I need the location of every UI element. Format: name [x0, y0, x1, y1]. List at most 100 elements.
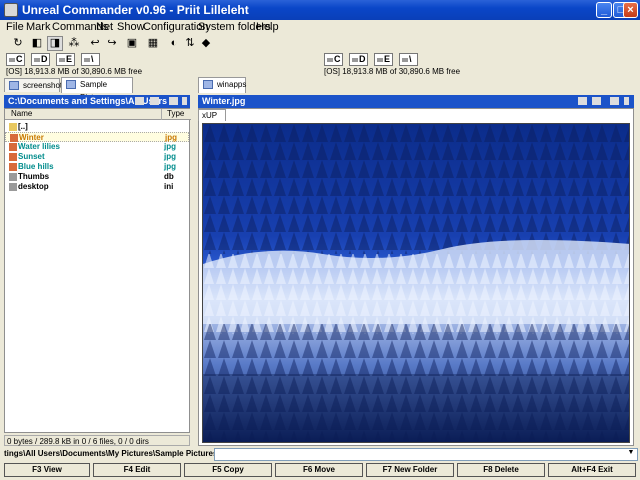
drive-icon [327, 57, 333, 62]
alt-f4-exit-button[interactable]: Alt+F4 Exit [548, 463, 636, 477]
menu-show[interactable]: Show [117, 21, 145, 33]
drive-icon [59, 57, 65, 62]
ini-file-icon [9, 183, 17, 191]
file-row[interactable]: Winter jpg [5, 132, 189, 142]
drive-d-button[interactable]: D [31, 53, 50, 66]
file-type: ini [164, 182, 174, 191]
menu-icon[interactable] [624, 97, 629, 105]
drive-e-button[interactable]: E [56, 53, 75, 66]
drive-icon [352, 57, 358, 62]
file-type: jpg [164, 152, 176, 161]
file-list-header: Name Type [5, 109, 191, 120]
drive-icon [9, 57, 15, 62]
image-file-icon [10, 134, 18, 142]
menu-help[interactable]: Help [256, 21, 279, 33]
title-bar: Unreal Commander v0.96 - Priit Lilleleht… [0, 0, 640, 20]
drive-root-button[interactable]: \ [399, 53, 418, 66]
hotlist-icon[interactable] [592, 97, 601, 105]
menu-bar: File Mark Commands Net Show Configuratio… [0, 20, 640, 35]
drive-e-button[interactable]: E [374, 53, 393, 66]
image-preview [202, 123, 630, 443]
full-view-icon[interactable]: ◨ [47, 36, 63, 51]
drive-icon [84, 57, 90, 62]
file-row[interactable]: Thumbs db [5, 172, 189, 182]
file-name: Water lilies [18, 142, 60, 151]
compare-icon[interactable]: ◐ [166, 36, 182, 51]
menu-file[interactable]: File [6, 21, 24, 33]
image-file-icon [9, 143, 17, 151]
window-title: Unreal Commander v0.96 - Priit Lilleleht [22, 3, 249, 17]
right-path: Winter.jpg [202, 96, 246, 106]
f8-delete-button[interactable]: F8 Delete [457, 463, 545, 477]
up-folder-icon [9, 123, 17, 131]
left-status: 0 bytes / 289.8 kB in 0 / 6 files, 0 / 0… [4, 435, 190, 446]
folder-icon [66, 80, 76, 89]
close-button[interactable]: × [623, 2, 638, 18]
drive-icon [377, 57, 383, 62]
left-drive-bar: C D E \ [4, 53, 194, 67]
image-file-icon [9, 153, 17, 161]
file-row[interactable]: [..] [5, 122, 189, 132]
command-line: tings\All Users\Documents\My Pictures\Sa… [0, 448, 640, 462]
folder-icon [203, 80, 213, 89]
tree-icon[interactable]: ⁂ [66, 36, 82, 51]
history-icon[interactable] [135, 97, 144, 105]
ftp-icon[interactable]: ◆ [198, 36, 214, 51]
menu-icon[interactable] [182, 97, 187, 105]
f6-move-button[interactable]: F6 Move [275, 463, 363, 477]
drive-c-button[interactable]: C [6, 53, 25, 66]
file-name: Blue hills [18, 162, 54, 171]
tab-sample-pictures[interactable]: Sample Pictures [61, 77, 133, 102]
drive-icon [402, 57, 408, 62]
chevron-down-icon[interactable]: ▼ [626, 449, 636, 459]
back-icon[interactable]: ↩ [87, 36, 103, 51]
menu-net[interactable]: Net [96, 21, 113, 33]
app-icon[interactable] [4, 3, 18, 17]
command-input[interactable] [214, 448, 638, 461]
tab-xup[interactable]: xUP [198, 109, 226, 121]
minimize-button[interactable]: _ [596, 2, 612, 18]
refresh-icon[interactable]: ↻ [10, 36, 26, 51]
tab-screenshots[interactable]: screenshots [4, 78, 66, 92]
hotlist-icon[interactable] [150, 97, 159, 105]
left-path-bar[interactable]: C:\Documents and Settings\All Users [4, 95, 190, 108]
file-name: [..] [18, 122, 28, 131]
f4-edit-button[interactable]: F4 Edit [93, 463, 181, 477]
function-key-bar: F3 View F4 Edit F5 Copy F6 Move F7 New F… [0, 463, 640, 478]
left-file-panel[interactable]: Name Type [..] Winter jpg Water lilies jpg Su… [4, 108, 191, 433]
column-type[interactable]: Type [167, 109, 184, 119]
drive-d-button[interactable]: D [349, 53, 368, 66]
drive-icon [34, 57, 40, 62]
file-row[interactable]: Water lilies jpg [5, 142, 189, 152]
db-file-icon [9, 173, 17, 181]
up-arrow-icon[interactable] [610, 97, 619, 105]
right-free-space: [OS] 18,913.8 MB of 30,890.6 MB free [324, 67, 461, 76]
f3-view-button[interactable]: F3 View [4, 463, 90, 477]
left-tab-bar: screenshots Sample Pictures [4, 77, 194, 102]
file-type: db [164, 172, 174, 181]
right-path-bar[interactable]: Winter.jpg [198, 95, 634, 108]
find-icon[interactable]: ▦ [145, 36, 161, 51]
column-name[interactable]: Name [11, 109, 32, 119]
file-type: jpg [164, 162, 176, 171]
menu-mark[interactable]: Mark [26, 21, 50, 33]
drive-c-button[interactable]: C [324, 53, 343, 66]
f7-new-folder-button[interactable]: F7 New Folder [366, 463, 454, 477]
file-row[interactable]: desktop ini [5, 182, 189, 192]
file-row[interactable]: Blue hills jpg [5, 162, 189, 172]
up-arrow-icon[interactable] [169, 97, 178, 105]
right-tab-bar: winapps [198, 77, 398, 93]
tab-winapps[interactable]: winapps [198, 77, 246, 93]
sync-icon[interactable]: ⇅ [182, 36, 198, 51]
history-icon[interactable] [578, 97, 587, 105]
brief-view-icon[interactable]: ◧ [29, 36, 45, 51]
right-drive-bar: C D E \ [322, 53, 512, 67]
f5-copy-button[interactable]: F5 Copy [184, 463, 272, 477]
pack-icon[interactable]: ▣ [124, 36, 140, 51]
forward-icon[interactable]: ↪ [104, 36, 120, 51]
drive-root-button[interactable]: \ [81, 53, 100, 66]
column-divider[interactable] [161, 109, 162, 120]
file-row[interactable]: Sunset jpg [5, 152, 189, 162]
toolbar: ↻ ◧ ◨ ⁂ ↩ ↪ ▣ ▦ ◐ ⇅ ◆ [0, 35, 640, 52]
image-file-icon [9, 163, 17, 171]
